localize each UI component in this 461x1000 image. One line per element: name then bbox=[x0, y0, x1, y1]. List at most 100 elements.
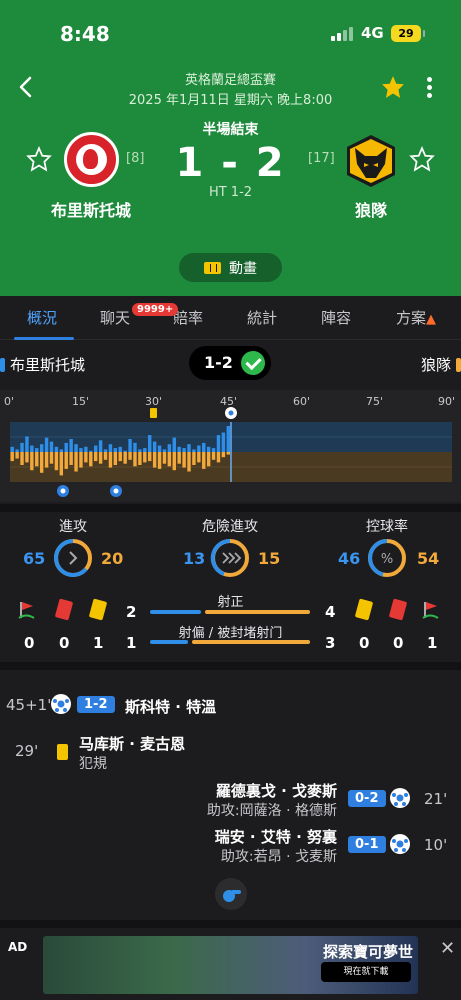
event-score-badge: 1-2 bbox=[77, 696, 115, 713]
home-momentum-bar bbox=[98, 440, 103, 452]
event-score-badge: 0-2 bbox=[348, 790, 386, 807]
home-momentum-bar bbox=[197, 445, 201, 452]
home-momentum-bar bbox=[30, 445, 34, 452]
home-momentum-bar bbox=[202, 442, 206, 452]
home-momentum-bar bbox=[79, 448, 83, 452]
signal-icon bbox=[331, 27, 353, 41]
tab-tips-label: 方案 bbox=[396, 309, 427, 327]
shots-off-bar bbox=[150, 640, 310, 644]
away-momentum-bar bbox=[25, 452, 29, 463]
active-tab-indicator bbox=[14, 337, 74, 340]
away-momentum-bar bbox=[108, 452, 113, 468]
home-momentum-bar bbox=[133, 442, 137, 452]
home-momentum-bar bbox=[54, 446, 59, 452]
away-momentum-bar bbox=[59, 452, 64, 476]
home-team-name[interactable]: 布里斯托城 bbox=[21, 197, 161, 221]
away-momentum-bar bbox=[211, 452, 216, 460]
attack-home: 65 bbox=[23, 549, 46, 568]
dangerous-attack-ring-icon bbox=[210, 538, 249, 577]
ad-banner[interactable]: 探索寶可夢世界 現在就下載 bbox=[43, 936, 418, 994]
goal-marker-center bbox=[113, 488, 119, 494]
home-momentum-bar bbox=[143, 448, 147, 452]
away-momentum-bar bbox=[103, 452, 108, 460]
home-momentum-bar bbox=[167, 444, 172, 452]
away-favorite-star-icon[interactable] bbox=[409, 146, 435, 172]
home-momentum-bar bbox=[157, 445, 162, 452]
home-momentum-bar bbox=[84, 446, 88, 452]
home-momentum-bar bbox=[152, 441, 157, 452]
network-label: 4G bbox=[361, 24, 384, 42]
more-options-icon[interactable] bbox=[420, 74, 438, 104]
yellow-card-marker bbox=[150, 408, 157, 418]
favorite-star-icon[interactable] bbox=[380, 74, 406, 100]
animation-button[interactable]: 動畫 bbox=[179, 253, 282, 282]
event-player[interactable]: 马库斯 · 麦古恩 bbox=[79, 733, 185, 754]
away-red-cards: 0 bbox=[393, 634, 404, 652]
home-momentum-bar bbox=[182, 448, 186, 452]
match-header: 8:48 4G 29 英格蘭足總盃賽 2025 年1月11日 星期六 晚上8:0… bbox=[0, 0, 461, 296]
corner-flag-icon bbox=[422, 602, 439, 619]
tab-stats[interactable]: 統計 bbox=[247, 307, 277, 328]
away-yellow-cards: 0 bbox=[359, 634, 370, 652]
home-momentum-bar bbox=[49, 441, 54, 452]
home-momentum-bar bbox=[172, 437, 176, 452]
shots-off-label: 射偏 / 被封堵射门 bbox=[178, 626, 283, 641]
goal-marker-center bbox=[228, 410, 234, 416]
home-momentum-bar bbox=[103, 449, 108, 452]
away-momentum-bar bbox=[162, 452, 167, 464]
goal-marker-center bbox=[60, 488, 66, 494]
away-momentum-bar bbox=[35, 452, 39, 467]
tab-chat[interactable]: 聊天 bbox=[100, 307, 130, 328]
tab-lineups[interactable]: 陣容 bbox=[321, 307, 351, 328]
event-player[interactable]: 羅德裏戈 · 戈麥斯 bbox=[207, 780, 337, 801]
whistle-icon bbox=[215, 878, 247, 910]
away-momentum-bar bbox=[216, 452, 221, 463]
away-momentum-bar bbox=[93, 452, 98, 462]
home-momentum-bar bbox=[25, 436, 29, 452]
momentum-timeline: 0' 15' 30' 45' 60' 75' 90' bbox=[0, 390, 461, 502]
section-divider bbox=[0, 920, 461, 928]
home-momentum-bar bbox=[128, 439, 132, 452]
away-rank: [17] bbox=[308, 151, 335, 166]
close-icon[interactable]: ✕ bbox=[440, 938, 455, 959]
away-team-crest bbox=[347, 135, 395, 187]
yellow-card-icon bbox=[57, 744, 68, 760]
battery-icon: 29 bbox=[391, 25, 425, 42]
away-momentum-bar bbox=[30, 452, 34, 471]
momentum-chart bbox=[10, 407, 452, 497]
home-momentum-bar bbox=[44, 437, 49, 452]
event-player[interactable]: 斯科特 · 特溫 bbox=[125, 696, 216, 717]
away-corners: 1 bbox=[427, 634, 438, 652]
away-team-name[interactable]: 狼隊 bbox=[301, 197, 441, 221]
momentum-score-pill: 1-2 bbox=[189, 346, 271, 380]
away-momentum-bar bbox=[143, 452, 147, 463]
event-player[interactable]: 瑞安 · 艾特 · 努裏 bbox=[197, 826, 337, 847]
home-momentum-bar bbox=[206, 446, 211, 452]
home-momentum-bar bbox=[39, 444, 44, 452]
away-momentum-bar bbox=[89, 452, 93, 467]
home-momentum-bar bbox=[64, 442, 68, 452]
away-momentum-bar bbox=[74, 452, 78, 472]
event-minute: 45+1' bbox=[6, 696, 52, 714]
away-momentum-bar bbox=[118, 452, 122, 462]
shots-on-target-home-bar bbox=[150, 610, 201, 614]
section-divider bbox=[0, 662, 461, 670]
section-divider bbox=[0, 504, 461, 512]
tab-tips[interactable]: 方案▲ bbox=[396, 307, 436, 328]
attack-ring-icon bbox=[54, 539, 92, 577]
event-score-badge: 0-1 bbox=[348, 836, 386, 853]
away-momentum-bar bbox=[84, 452, 88, 463]
shots-off-away-bar bbox=[192, 640, 310, 644]
away-momentum-bar bbox=[182, 452, 186, 468]
dangerous-attack-home: 13 bbox=[183, 549, 206, 568]
away-momentum-bar bbox=[187, 452, 191, 472]
attack-label: 進攻 bbox=[59, 519, 87, 535]
away-momentum-bar bbox=[221, 452, 226, 458]
ad-store-button[interactable]: 現在就下載 bbox=[321, 962, 411, 982]
away-momentum-bar bbox=[98, 452, 103, 464]
goal-ball-icon bbox=[51, 694, 71, 714]
home-momentum-bar bbox=[211, 448, 216, 452]
animation-label: 動畫 bbox=[229, 260, 257, 277]
tab-overview[interactable]: 概況 bbox=[27, 307, 57, 328]
home-momentum-bar bbox=[93, 445, 98, 452]
